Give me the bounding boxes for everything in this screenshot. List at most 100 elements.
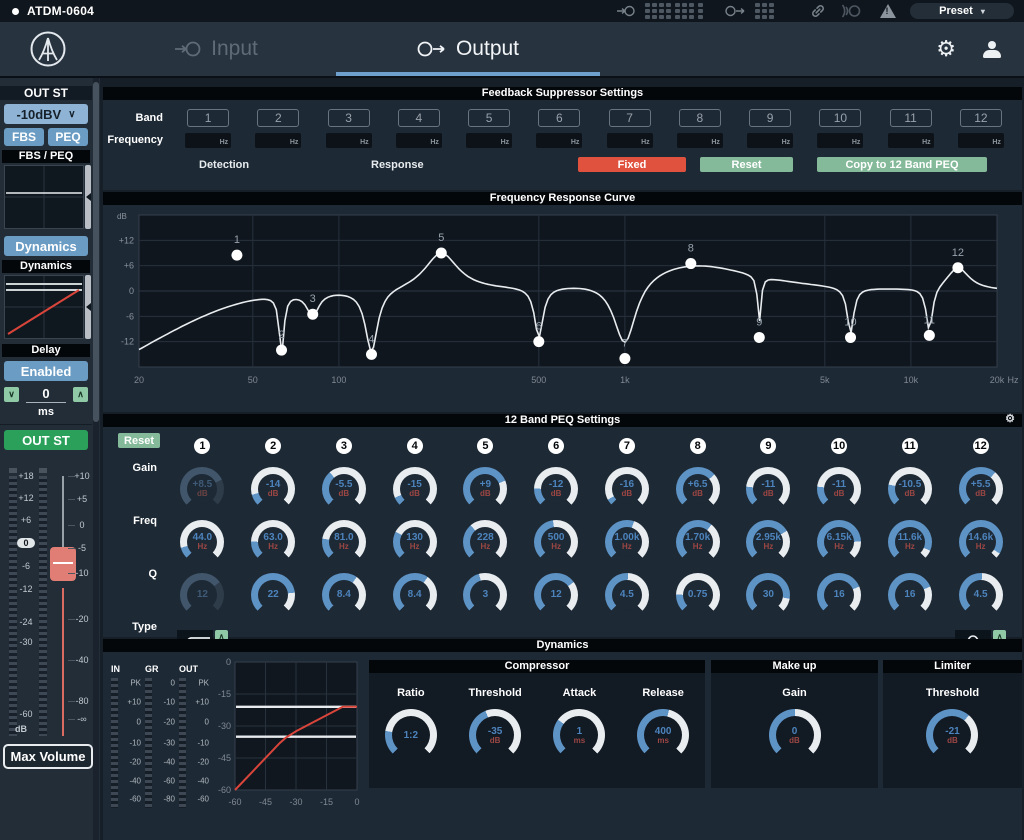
curve-point-8[interactable] (685, 258, 696, 269)
fbs-band-9[interactable]: 9 (749, 109, 791, 127)
peq-band11-q-knob[interactable]: 16 (888, 573, 932, 617)
fbs-frequency-input-5[interactable]: Hz (466, 133, 512, 148)
fbs-band-2[interactable]: 2 (257, 109, 299, 127)
fbs-frequency-input-12[interactable]: Hz (958, 133, 1004, 148)
peq-band9-freq-knob[interactable]: 2.95kHz (746, 520, 790, 564)
peq-band3-gain-knob[interactable]: -5.5dB (322, 467, 366, 511)
peq-settings-gear-icon[interactable]: ⚙ (1005, 414, 1015, 425)
curve-point-1[interactable] (231, 250, 242, 261)
peq-band8-freq-knob[interactable]: 1.70kHz (676, 520, 720, 564)
peq-band11-gain-knob[interactable]: -10.5dB (888, 467, 932, 511)
peq-band9-gain-knob[interactable]: -11dB (746, 467, 790, 511)
fbs-frequency-input-11[interactable]: Hz (888, 133, 934, 148)
peq-band3-q-knob[interactable]: 8.4 (322, 573, 366, 617)
peq-band6-gain-knob[interactable]: -12dB (534, 467, 578, 511)
peq-band4-q-knob[interactable]: 8.4 (393, 573, 437, 617)
fbs-band-4[interactable]: 4 (398, 109, 440, 127)
peq-band12-q-knob[interactable]: 4.5 (959, 573, 1003, 617)
peq-band7-q-knob[interactable]: 4.5 (605, 573, 649, 617)
peq-band2-freq-knob[interactable]: 63.0Hz (251, 520, 295, 564)
peq-band7-freq-knob[interactable]: 1.00kHz (605, 520, 649, 564)
peq-band6-freq-knob[interactable]: 500Hz (534, 520, 578, 564)
settings-gear-icon[interactable]: ⚙ (936, 38, 956, 60)
fbs-frequency-input-4[interactable]: Hz (396, 133, 442, 148)
out-st-channel-button[interactable]: OUT ST (4, 430, 88, 450)
fbs-graph-scrollbar[interactable] (85, 165, 91, 229)
curve-point-11[interactable] (924, 330, 935, 341)
fbs-band-12[interactable]: 12 (960, 109, 1002, 127)
fbs-reset-button[interactable]: Reset (700, 157, 793, 172)
fbs-band-5[interactable]: 5 (468, 109, 510, 127)
peq-band7-gain-knob[interactable]: -16dB (605, 467, 649, 511)
curve-point-2[interactable] (276, 345, 287, 356)
curve-point-10[interactable] (845, 332, 856, 343)
compressor-ratio-knob[interactable]: 1:2 (385, 709, 437, 761)
tab-output[interactable]: Output (336, 22, 600, 76)
frequency-response-plot[interactable]: +12+60-6-12dB20501005001k5k10k20kHz12345… (103, 205, 1022, 415)
fbs-band-6[interactable]: 6 (538, 109, 580, 127)
peq-band12-freq-knob[interactable]: 14.6kHz (959, 520, 1003, 564)
fbs-band-7[interactable]: 7 (609, 109, 651, 127)
curve-point-9[interactable] (754, 332, 765, 343)
peq-band4-gain-knob[interactable]: -15dB (393, 467, 437, 511)
peq-band5-freq-knob[interactable]: 228Hz (463, 520, 507, 564)
delay-enabled-button[interactable]: Enabled (4, 361, 88, 381)
fbs-button[interactable]: FBS (4, 128, 44, 146)
peq-band9-q-knob[interactable]: 30 (746, 573, 790, 617)
curve-point-5[interactable] (436, 248, 447, 259)
peq-band11-freq-knob[interactable]: 11.6kHz (888, 520, 932, 564)
peq-band4-freq-knob[interactable]: 130Hz (393, 520, 437, 564)
compressor-attack-knob[interactable]: 1ms (553, 709, 605, 761)
copy-to-peq-button[interactable]: Copy to 12 Band PEQ (817, 157, 987, 172)
dynamics-button[interactable]: Dynamics (4, 236, 88, 256)
fbs-band-11[interactable]: 11 (890, 109, 932, 127)
dynamics-graph-scrollbar[interactable] (85, 275, 91, 339)
curve-point-12[interactable] (952, 262, 963, 273)
curve-point-7[interactable] (619, 353, 630, 364)
fbs-frequency-input-9[interactable]: Hz (747, 133, 793, 148)
fbs-band-1[interactable]: 1 (187, 109, 229, 127)
peq-band5-q-knob[interactable]: 3 (463, 573, 507, 617)
preset-dropdown[interactable]: Preset ▾ (910, 3, 1014, 19)
output-level-dropdown[interactable]: -10dBV ∨ (4, 104, 88, 124)
curve-point-4[interactable] (366, 349, 377, 360)
peq-band5-gain-knob[interactable]: +9dB (463, 467, 507, 511)
tab-input[interactable]: Input (96, 22, 336, 76)
fbs-frequency-input-6[interactable]: Hz (536, 133, 582, 148)
fbs-frequency-input-8[interactable]: Hz (677, 133, 723, 148)
fbs-frequency-input-7[interactable]: Hz (607, 133, 653, 148)
compressor-release-knob[interactable]: 400ms (637, 709, 689, 761)
curve-point-3[interactable] (307, 309, 318, 320)
peq-reset-button[interactable]: Reset (118, 433, 160, 448)
fbs-frequency-input-2[interactable]: Hz (255, 133, 301, 148)
peq-band12-gain-knob[interactable]: +5.5dB (959, 467, 1003, 511)
peq-band10-gain-knob[interactable]: -11dB (817, 467, 861, 511)
peq-band8-q-knob[interactable]: 0.75 (676, 573, 720, 617)
fbs-frequency-input-10[interactable]: Hz (817, 133, 863, 148)
peq-band1-freq-knob[interactable]: 44.0Hz (180, 520, 224, 564)
compressor-threshold-knob[interactable]: -35dB (469, 709, 521, 761)
peq-band3-freq-knob[interactable]: 81.0Hz (322, 520, 366, 564)
fbs-peq-thumbnail-graph[interactable] (4, 165, 84, 229)
delay-increment-button[interactable]: ∧ (73, 387, 88, 402)
dynamics-thumbnail-graph[interactable] (4, 275, 84, 339)
max-volume-button[interactable]: Max Volume (3, 744, 93, 769)
curve-point-6[interactable] (533, 336, 544, 347)
fbs-band-3[interactable]: 3 (328, 109, 370, 127)
peq-band10-freq-knob[interactable]: 6.15kHz (817, 520, 861, 564)
delay-value[interactable]: 0 (26, 386, 66, 403)
sidebar-scrollbar[interactable] (93, 78, 99, 840)
peq-band6-q-knob[interactable]: 12 (534, 573, 578, 617)
fbs-frequency-input-1[interactable]: Hz (185, 133, 231, 148)
peq-band2-gain-knob[interactable]: -14dB (251, 467, 295, 511)
makeup-gain-knob[interactable]: 0dB (769, 709, 821, 761)
user-account-icon[interactable] (982, 41, 1002, 58)
fbs-frequency-input-3[interactable]: Hz (326, 133, 372, 148)
peq-band10-q-knob[interactable]: 16 (817, 573, 861, 617)
delay-decrement-button[interactable]: ∨ (4, 387, 19, 402)
limiter-threshold-knob[interactable]: -21dB (926, 709, 978, 761)
fbs-band-10[interactable]: 10 (819, 109, 861, 127)
fbs-band-8[interactable]: 8 (679, 109, 721, 127)
peq-band2-q-knob[interactable]: 22 (251, 573, 295, 617)
fixed-button[interactable]: Fixed (578, 157, 686, 172)
